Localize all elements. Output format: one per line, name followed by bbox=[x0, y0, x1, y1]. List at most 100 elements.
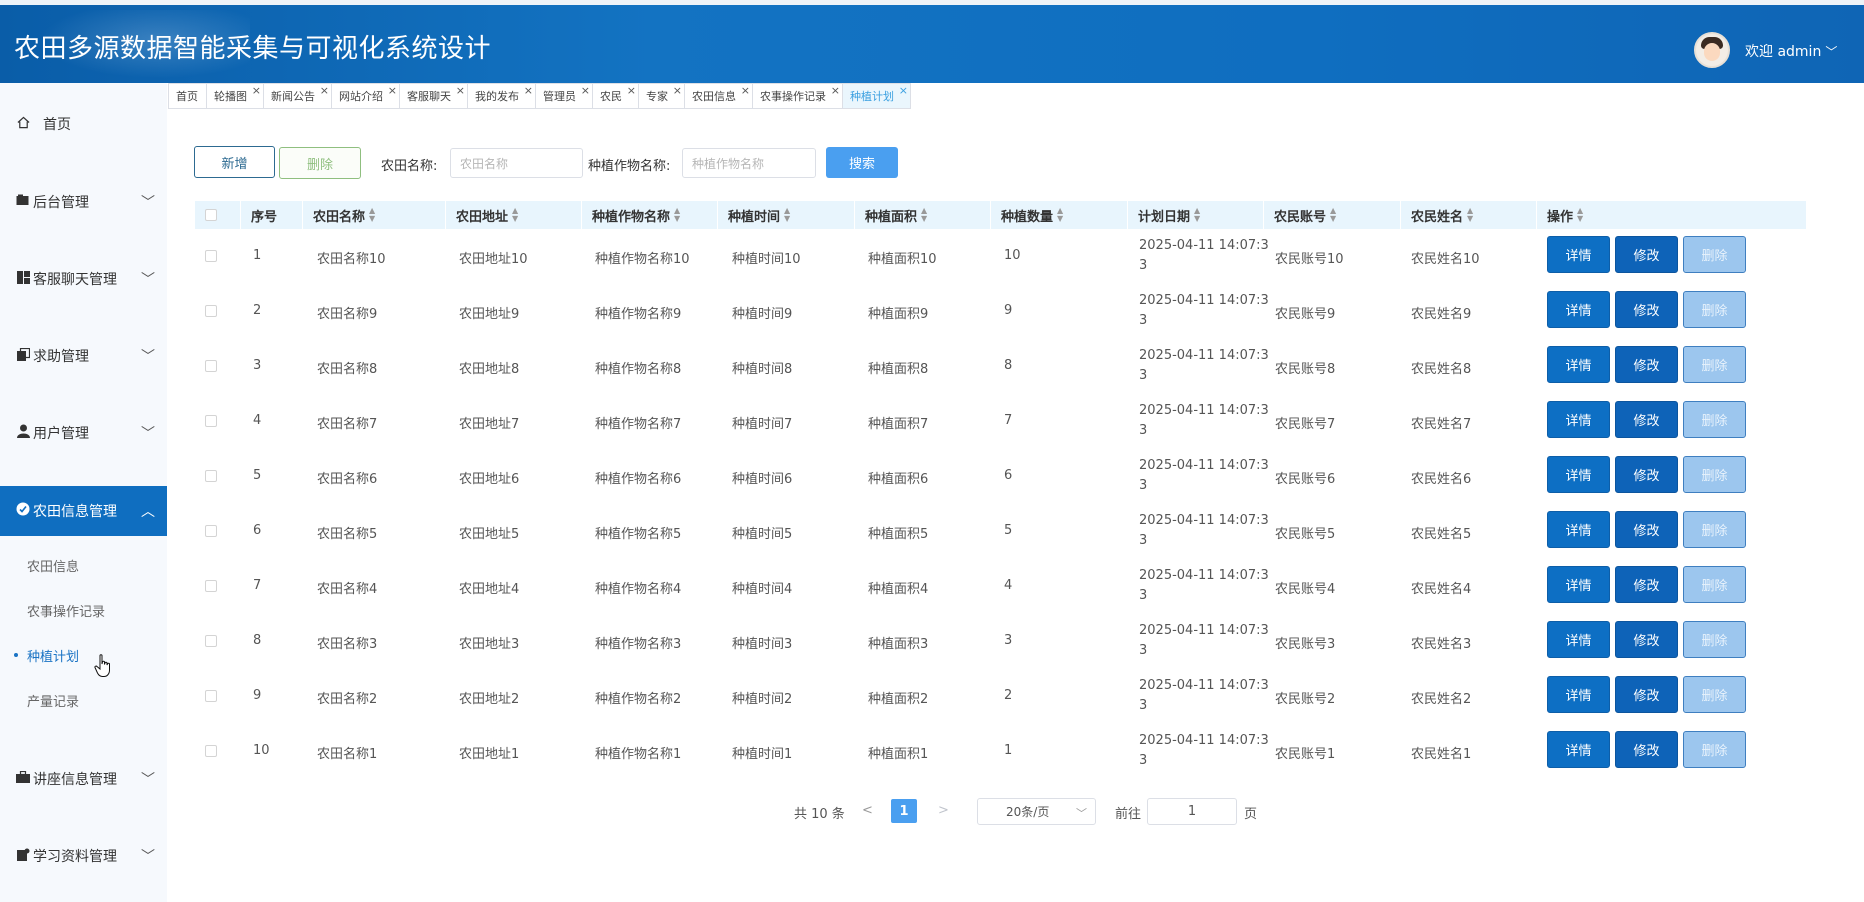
tab-planting-plan[interactable]: 种植计划 × bbox=[842, 83, 911, 109]
edit-button[interactable]: 修改 bbox=[1615, 346, 1678, 383]
row-checkbox[interactable] bbox=[205, 415, 217, 427]
edit-button[interactable]: 修改 bbox=[1615, 511, 1678, 548]
close-icon[interactable]: × bbox=[524, 85, 533, 96]
row-checkbox[interactable] bbox=[205, 690, 217, 702]
sidebar-subitem-yield-records[interactable]: 产量记录 bbox=[27, 691, 79, 710]
tab-experts[interactable]: 专家 × bbox=[638, 83, 684, 109]
detail-button[interactable]: 详情 bbox=[1547, 511, 1610, 548]
tab-admins[interactable]: 管理员 × bbox=[535, 83, 592, 109]
delete-button[interactable]: 删除 bbox=[1683, 456, 1746, 493]
column-header-sortable[interactable]: 农田地址 ▲ ▼ bbox=[445, 201, 581, 229]
close-icon[interactable]: × bbox=[388, 85, 397, 96]
edit-button[interactable]: 修改 bbox=[1615, 621, 1678, 658]
page-number-current[interactable]: 1 bbox=[891, 799, 917, 823]
delete-button[interactable]: 删除 bbox=[1683, 291, 1746, 328]
row-checkbox[interactable] bbox=[205, 250, 217, 262]
close-icon[interactable]: × bbox=[741, 85, 750, 96]
edit-button[interactable]: 修改 bbox=[1615, 401, 1678, 438]
column-header-sortable[interactable]: 种植面积 ▲ ▼ bbox=[854, 201, 990, 229]
column-header-sortable[interactable]: 种植作物名称 ▲ ▼ bbox=[581, 201, 717, 229]
row-checkbox[interactable] bbox=[205, 470, 217, 482]
close-icon[interactable]: × bbox=[831, 85, 840, 96]
row-checkbox[interactable] bbox=[205, 635, 217, 647]
tab-site-intro[interactable]: 网站介绍 × bbox=[331, 83, 399, 109]
next-page-button[interactable]: > bbox=[938, 803, 949, 818]
sort-icon[interactable]: ▲ ▼ bbox=[674, 207, 680, 223]
sort-icon[interactable]: ▲ ▼ bbox=[1467, 207, 1473, 223]
sidebar-item-lectures[interactable]: 讲座信息管理 ﹀ bbox=[0, 754, 167, 804]
detail-button[interactable]: 详情 bbox=[1547, 566, 1610, 603]
row-checkbox[interactable] bbox=[205, 745, 217, 757]
sidebar-item-materials[interactable]: 学习资料管理 ﹀ bbox=[0, 831, 167, 881]
edit-button[interactable]: 修改 bbox=[1615, 456, 1678, 493]
delete-button[interactable]: 删除 bbox=[1683, 621, 1746, 658]
sidebar-item-backend[interactable]: 后台管理 ﹀ bbox=[0, 177, 167, 227]
column-header-sortable[interactable]: 计划日期 ▲ ▼ bbox=[1127, 201, 1263, 229]
delete-button[interactable]: 删除 bbox=[1683, 676, 1746, 713]
row-checkbox[interactable] bbox=[205, 305, 217, 317]
close-icon[interactable]: × bbox=[627, 85, 636, 96]
sort-icon[interactable]: ▲ ▼ bbox=[1330, 207, 1336, 223]
close-icon[interactable]: × bbox=[456, 85, 465, 96]
tab-home[interactable]: 首页 bbox=[168, 83, 206, 109]
close-icon[interactable]: × bbox=[899, 85, 908, 96]
column-header-sortable[interactable]: 种植数量 ▲ ▼ bbox=[990, 201, 1127, 229]
detail-button[interactable]: 详情 bbox=[1547, 731, 1610, 768]
sort-icon[interactable]: ▲ ▼ bbox=[1577, 207, 1583, 223]
sidebar-subitem-farmland-info[interactable]: 农田信息 bbox=[27, 556, 79, 575]
delete-button[interactable]: 删除 bbox=[1683, 346, 1746, 383]
sort-icon[interactable]: ▲ ▼ bbox=[512, 207, 518, 223]
tab-farmland-info[interactable]: 农田信息 × bbox=[684, 83, 752, 109]
detail-button[interactable]: 详情 bbox=[1547, 346, 1610, 383]
detail-button[interactable]: 详情 bbox=[1547, 291, 1610, 328]
delete-button[interactable]: 删除 bbox=[1683, 401, 1746, 438]
edit-button[interactable]: 修改 bbox=[1615, 566, 1678, 603]
row-checkbox[interactable] bbox=[205, 525, 217, 537]
tab-farmers[interactable]: 农民 × bbox=[592, 83, 638, 109]
detail-button[interactable]: 详情 bbox=[1547, 456, 1610, 493]
close-icon[interactable]: × bbox=[581, 85, 590, 96]
close-icon[interactable]: × bbox=[320, 85, 329, 96]
sidebar-item-farmland[interactable]: 农田信息管理 ︿ bbox=[0, 486, 167, 536]
user-menu[interactable]: 欢迎 admin ﹀ bbox=[1745, 41, 1837, 61]
edit-button[interactable]: 修改 bbox=[1615, 291, 1678, 328]
sidebar-item-help[interactable]: 求助管理 ﹀ bbox=[0, 331, 167, 381]
tab-news[interactable]: 新闻公告 × bbox=[263, 83, 331, 109]
delete-button[interactable]: 删除 bbox=[1683, 236, 1746, 273]
delete-button[interactable]: 删除 bbox=[1683, 731, 1746, 768]
sidebar-item-chat[interactable]: 客服聊天管理 ﹀ bbox=[0, 254, 167, 304]
column-header-sortable[interactable]: 农田名称 ▲ ▼ bbox=[302, 201, 445, 229]
column-header-sortable[interactable]: 农民姓名 ▲ ▼ bbox=[1400, 201, 1536, 229]
sort-icon[interactable]: ▲ ▼ bbox=[369, 207, 375, 223]
field-name-input[interactable]: 农田名称 bbox=[450, 148, 583, 178]
batch-delete-button[interactable]: 删除 bbox=[279, 147, 361, 179]
sort-icon[interactable]: ▲ ▼ bbox=[921, 207, 927, 223]
column-header-sortable[interactable]: 种植时间 ▲ ▼ bbox=[717, 201, 854, 229]
close-icon[interactable]: × bbox=[673, 85, 682, 96]
select-all-checkbox[interactable] bbox=[205, 209, 217, 221]
edit-button[interactable]: 修改 bbox=[1615, 731, 1678, 768]
sort-icon[interactable]: ▲ ▼ bbox=[784, 207, 790, 223]
row-checkbox[interactable] bbox=[205, 360, 217, 372]
close-icon[interactable]: × bbox=[252, 85, 261, 96]
sort-icon[interactable]: ▲ ▼ bbox=[1057, 207, 1063, 223]
edit-button[interactable]: 修改 bbox=[1615, 676, 1678, 713]
tab-carousel[interactable]: 轮播图 × bbox=[206, 83, 263, 109]
edit-button[interactable]: 修改 bbox=[1615, 236, 1678, 273]
sidebar-subitem-farm-records[interactable]: 农事操作记录 bbox=[27, 601, 105, 620]
detail-button[interactable]: 详情 bbox=[1547, 236, 1610, 273]
delete-button[interactable]: 删除 bbox=[1683, 566, 1746, 603]
page-size-select[interactable]: 20条/页 ﹀ bbox=[977, 798, 1096, 825]
column-header-sortable[interactable]: 操作 ▲ ▼ bbox=[1536, 201, 1806, 229]
column-header-sortable[interactable]: 农民账号 ▲ ▼ bbox=[1263, 201, 1400, 229]
prev-page-button[interactable]: < bbox=[862, 803, 873, 818]
detail-button[interactable]: 详情 bbox=[1547, 676, 1610, 713]
detail-button[interactable]: 详情 bbox=[1547, 401, 1610, 438]
sidebar-subitem-planting-plan[interactable]: 种植计划 bbox=[27, 646, 79, 665]
row-checkbox[interactable] bbox=[205, 580, 217, 592]
crop-name-input[interactable]: 种植作物名称 bbox=[682, 148, 816, 178]
detail-button[interactable]: 详情 bbox=[1547, 621, 1610, 658]
tab-farm-records[interactable]: 农事操作记录 × bbox=[752, 83, 842, 109]
sort-icon[interactable]: ▲ ▼ bbox=[1194, 207, 1200, 223]
tab-my-posts[interactable]: 我的发布 × bbox=[467, 83, 535, 109]
